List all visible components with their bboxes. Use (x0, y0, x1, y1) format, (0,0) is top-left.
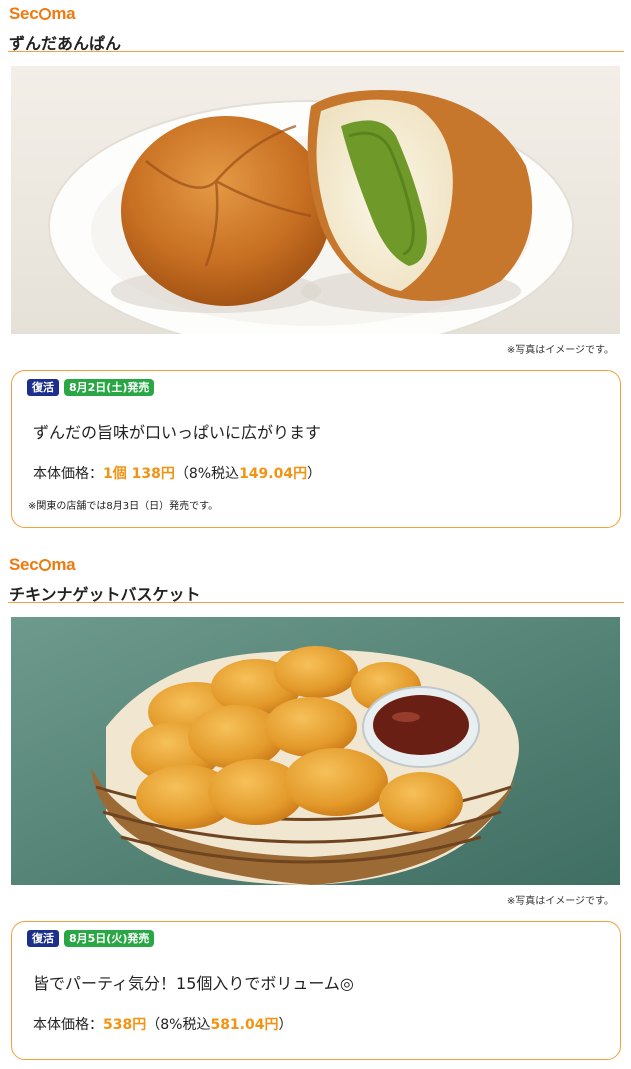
badge-group: 復活 8月2日(土)発売 (27, 379, 155, 396)
revival-badge: 復活 (27, 930, 59, 947)
price-label: 本体価格： (33, 466, 103, 482)
product-info-card: 復活 8月5日(火)発売 皆でパーティ気分！15個入りでボリューム◎ 本体価格：… (11, 921, 621, 1060)
seicomart-logo: Sec ma (9, 4, 76, 23)
image-caption: ※写真はイメージです。 (506, 345, 614, 356)
title-divider (8, 602, 624, 603)
regional-note: ※関東の店舗では8月3日（日）発売です。 (28, 501, 219, 512)
product-photo-zunda-anpan (11, 66, 620, 334)
product-photo-chicken-nuggets (11, 617, 620, 885)
price-line: 本体価格：538円（8%税込581.04円） (33, 1014, 292, 1034)
price-line: 本体価格：1個 138円（8%税込149.04円） (33, 463, 321, 483)
base-price: 538円 (103, 1017, 147, 1033)
release-date-badge: 8月5日(火)発売 (64, 930, 155, 947)
base-price: 1個 138円 (103, 466, 175, 482)
tax-included-price: 581.04円 (210, 1017, 279, 1033)
release-date-badge: 8月2日(土)発売 (64, 379, 155, 396)
revival-badge: 復活 (27, 379, 59, 396)
tax-paren-open: （8%税込 (146, 1017, 211, 1033)
seicomart-logo: Sec ma (9, 555, 76, 574)
title-divider (8, 51, 624, 52)
tax-paren-close: ） (278, 1017, 293, 1033)
product-info-card: 復活 8月2日(土)発売 ずんだの旨味が口いっぱいに広がります 本体価格：1個 … (11, 370, 621, 528)
badge-group: 復活 8月5日(火)発売 (27, 930, 155, 947)
image-caption: ※写真はイメージです。 (506, 896, 614, 907)
tax-paren-open: （8%税込 (174, 466, 240, 482)
tax-included-price: 149.04円 (239, 466, 308, 482)
price-label: 本体価格： (33, 1017, 103, 1033)
product-catchphrase: 皆でパーティ気分！15個入りでボリューム◎ (33, 974, 354, 993)
tax-paren-close: ） (307, 466, 322, 482)
product-catchphrase: ずんだの旨味が口いっぱいに広がります (33, 423, 322, 442)
